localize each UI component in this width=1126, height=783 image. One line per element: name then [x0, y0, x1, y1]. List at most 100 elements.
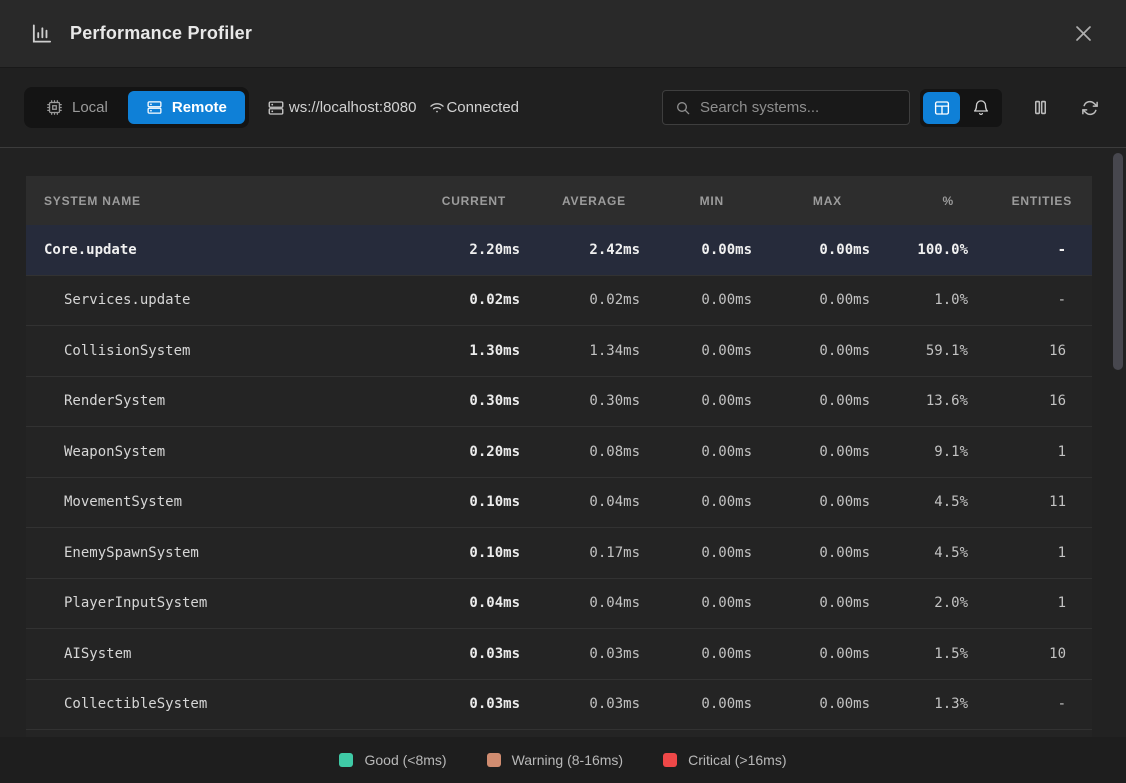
remote-mode-button[interactable]: Remote: [128, 91, 245, 124]
column-header-current[interactable]: CURRENT: [414, 194, 526, 208]
max-cell: 0.00ms: [758, 444, 876, 460]
column-header-system-name[interactable]: SYSTEM NAME: [26, 194, 414, 208]
table-row[interactable]: PlayerInputSystem0.04ms0.04ms0.00ms0.00m…: [26, 579, 1092, 630]
percent-cell: 2.0%: [876, 595, 974, 611]
average-cell: 0.03ms: [526, 696, 646, 712]
table-view-icon: [933, 99, 951, 117]
max-cell: 0.00ms: [758, 595, 876, 611]
average-cell: 0.04ms: [526, 595, 646, 611]
system-name-cell: WeaponSystem: [26, 444, 414, 460]
percent-cell: 1.3%: [876, 696, 974, 712]
min-cell: 0.00ms: [646, 343, 758, 359]
legend-label: Critical (>16ms): [688, 752, 786, 768]
search-box: [662, 90, 910, 125]
entities-cell: 1: [974, 444, 1092, 460]
remote-mode-label: Remote: [172, 99, 227, 116]
pause-button[interactable]: [1028, 96, 1052, 120]
current-cell: 0.10ms: [414, 494, 526, 510]
percent-cell: 1.5%: [876, 646, 974, 662]
system-name-cell: CollisionSystem: [26, 343, 414, 359]
performance-profiler-window: Performance Profiler Local: [0, 0, 1126, 783]
percent-cell: 1.0%: [876, 292, 974, 308]
scrollbar[interactable]: [1113, 150, 1123, 735]
bell-icon: [972, 99, 990, 117]
current-cell: 2.20ms: [414, 242, 526, 258]
cpu-icon: [46, 99, 63, 116]
table-row[interactable]: RenderSystem0.30ms0.30ms0.00ms0.00ms13.6…: [26, 377, 1092, 428]
refresh-button[interactable]: [1078, 96, 1102, 120]
min-cell: 0.00ms: [646, 242, 758, 258]
column-header-percent[interactable]: %: [876, 194, 974, 208]
current-cell: 0.30ms: [414, 393, 526, 409]
local-mode-button[interactable]: Local: [28, 91, 126, 124]
system-name-cell: CollectibleSystem: [26, 696, 414, 712]
entities-cell: 10: [974, 646, 1092, 662]
page-title: Performance Profiler: [70, 23, 1066, 44]
entities-cell: 1: [974, 545, 1092, 561]
column-header-entities[interactable]: ENTITIES: [974, 194, 1092, 208]
current-cell: 0.03ms: [414, 696, 526, 712]
search-input[interactable]: [700, 99, 899, 116]
average-cell: 2.42ms: [526, 242, 646, 258]
table-row[interactable]: MovementSystem0.10ms0.04ms0.00ms0.00ms4.…: [26, 478, 1092, 529]
connection-status: Connected: [428, 99, 519, 117]
table-row[interactable]: Core.update2.20ms2.42ms0.00ms0.00ms100.0…: [26, 225, 1092, 276]
close-icon: [1074, 24, 1093, 43]
system-name-cell: RenderSystem: [26, 393, 414, 409]
table-row[interactable]: CollectibleSystem0.03ms0.03ms0.00ms0.00m…: [26, 680, 1092, 731]
legend-swatch: [339, 753, 353, 767]
current-cell: 0.20ms: [414, 444, 526, 460]
column-header-min[interactable]: MIN: [646, 194, 758, 208]
current-cell: 0.10ms: [414, 545, 526, 561]
percent-cell: 59.1%: [876, 343, 974, 359]
system-name-cell: AISystem: [26, 646, 414, 662]
legend-swatch: [487, 753, 501, 767]
min-cell: 0.00ms: [646, 595, 758, 611]
average-cell: 0.17ms: [526, 545, 646, 561]
view-toggle: [920, 89, 1002, 127]
percent-cell: 4.5%: [876, 494, 974, 510]
scrollbar-thumb[interactable]: [1113, 153, 1123, 370]
percent-cell: 100.0%: [876, 242, 974, 258]
percent-cell: 13.6%: [876, 393, 974, 409]
average-cell: 0.04ms: [526, 494, 646, 510]
titlebar: Performance Profiler: [0, 0, 1126, 68]
min-cell: 0.00ms: [646, 545, 758, 561]
max-cell: 0.00ms: [758, 494, 876, 510]
min-cell: 0.00ms: [646, 646, 758, 662]
table-row[interactable]: AISystem0.03ms0.03ms0.00ms0.00ms1.5%10: [26, 629, 1092, 680]
connection-info: ws://localhost:8080: [267, 99, 417, 117]
mode-toggle: Local Remote: [24, 87, 249, 128]
server-icon: [146, 99, 163, 116]
table-view-button[interactable]: [923, 92, 960, 124]
table-row[interactable]: EnemySpawnSystem0.10ms0.17ms0.00ms0.00ms…: [26, 528, 1092, 579]
connection-status-label: Connected: [446, 99, 519, 116]
table-row[interactable]: CollisionSystem1.30ms1.34ms0.00ms0.00ms5…: [26, 326, 1092, 377]
column-header-average[interactable]: AVERAGE: [526, 194, 646, 208]
table-body: Core.update2.20ms2.42ms0.00ms0.00ms100.0…: [26, 225, 1092, 737]
percent-cell: 4.5%: [876, 545, 974, 561]
entities-cell: 16: [974, 393, 1092, 409]
entities-cell: 16: [974, 343, 1092, 359]
column-header-max[interactable]: MAX: [758, 194, 876, 208]
average-cell: 0.03ms: [526, 646, 646, 662]
current-cell: 0.03ms: [414, 646, 526, 662]
table-row[interactable]: Services.update0.02ms0.02ms0.00ms0.00ms1…: [26, 276, 1092, 327]
search-icon: [675, 100, 691, 116]
pause-icon: [1031, 98, 1050, 117]
min-cell: 0.00ms: [646, 696, 758, 712]
websocket-url: ws://localhost:8080: [289, 99, 417, 116]
system-name-cell: Services.update: [26, 292, 414, 308]
close-button[interactable]: [1066, 17, 1100, 51]
min-cell: 0.00ms: [646, 444, 758, 460]
max-cell: 0.00ms: [758, 343, 876, 359]
profiler-content: SYSTEM NAME CURRENT AVERAGE MIN MAX % EN…: [0, 147, 1126, 737]
table-row[interactable]: WeaponSystem0.20ms0.08ms0.00ms0.00ms9.1%…: [26, 427, 1092, 478]
system-name-cell: Core.update: [26, 242, 414, 258]
average-cell: 0.02ms: [526, 292, 646, 308]
entities-cell: 1: [974, 595, 1092, 611]
max-cell: 0.00ms: [758, 292, 876, 308]
table-row-partial: [26, 730, 1092, 737]
alerts-view-button[interactable]: [962, 92, 999, 124]
legend-item: Good (<8ms): [339, 752, 446, 768]
